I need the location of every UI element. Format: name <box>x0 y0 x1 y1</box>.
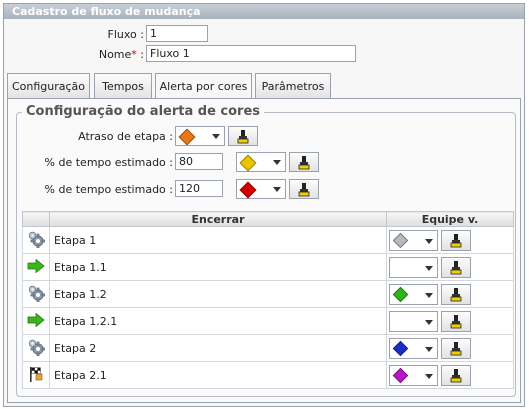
equipe-paint-button[interactable] <box>441 256 471 278</box>
header-encerrar: Encerrar <box>49 211 387 227</box>
gear-icon <box>22 226 50 254</box>
fluxo-label: Fluxo : <box>107 28 144 41</box>
nome-label: Nome* : <box>84 48 144 61</box>
equipe-paint-button[interactable] <box>441 283 471 305</box>
atraso-color-swatch <box>178 128 196 146</box>
equipe-cell <box>386 307 514 335</box>
tempo1-field[interactable] <box>175 153 223 170</box>
equipe-cell <box>386 226 514 254</box>
table-row: Etapa 1.2 <box>22 280 514 308</box>
paintbrush-icon <box>237 130 249 144</box>
etapa-name: Etapa 1.2.1 <box>49 307 387 335</box>
paintbrush-icon <box>450 287 462 301</box>
tempo1-paint-button[interactable] <box>289 152 319 172</box>
chevron-down-icon <box>425 346 433 352</box>
tempo2-field[interactable] <box>175 180 223 197</box>
atraso-paint-button[interactable] <box>228 126 258 146</box>
table-row: Etapa 2 <box>22 334 514 362</box>
equipe-paint-button[interactable] <box>441 337 471 359</box>
alert-legend: Configuração do alerta de cores <box>22 104 265 119</box>
tab-parametros[interactable]: Parâmetros <box>255 73 331 98</box>
paintbrush-icon <box>298 156 310 170</box>
tempo2-color-swatch <box>239 181 257 199</box>
etapa-name: Etapa 2 <box>49 334 387 362</box>
gear-icon <box>22 334 50 362</box>
nome-label-colon: : <box>136 48 144 61</box>
etapa-name: Etapa 2.1 <box>49 361 387 389</box>
chevron-down-icon <box>425 292 433 298</box>
equipe-color-select[interactable] <box>389 283 438 305</box>
flag-icon <box>22 361 50 389</box>
equipe-cell <box>386 361 514 389</box>
chevron-down-icon <box>425 319 433 325</box>
paintbrush-icon <box>450 341 462 355</box>
equipe-paint-button[interactable] <box>441 364 471 386</box>
paintbrush-icon <box>298 183 310 197</box>
equipe-paint-button[interactable] <box>441 310 471 332</box>
chevron-down-icon <box>425 373 433 379</box>
tempo2-color-select[interactable] <box>236 179 286 199</box>
table-row: Etapa 2.1 <box>22 361 514 389</box>
chevron-down-icon <box>273 160 281 165</box>
etapa-name: Etapa 1.2 <box>49 280 387 308</box>
table-row: Etapa 1.2.1 <box>22 307 514 335</box>
arrow-right-icon <box>22 307 50 335</box>
equipe-color-select[interactable] <box>389 229 438 251</box>
chevron-down-icon <box>273 187 281 192</box>
tempo1-label: % de tempo estimado : <box>44 156 173 169</box>
paintbrush-icon <box>450 368 462 382</box>
tab-alerta-por-cores[interactable]: Alerta por cores <box>155 73 252 99</box>
atraso-color-select[interactable] <box>175 126 225 146</box>
equipe-cell <box>386 334 514 362</box>
paintbrush-icon <box>450 233 462 247</box>
paintbrush-icon <box>450 314 462 328</box>
equipe-color-select[interactable] <box>389 256 438 278</box>
arrow-right-icon <box>22 253 50 281</box>
color-swatch <box>392 340 409 356</box>
color-swatch <box>392 286 409 302</box>
nome-field[interactable] <box>146 45 356 62</box>
color-swatch <box>392 232 409 248</box>
tab-tempos[interactable]: Tempos <box>94 73 152 98</box>
chevron-down-icon <box>425 238 433 244</box>
equipe-cell <box>386 253 514 281</box>
nome-label-text: Nome <box>98 48 132 61</box>
chevron-down-icon <box>212 134 220 139</box>
tempo1-color-swatch <box>239 154 257 172</box>
etapa-name: Etapa 1.1 <box>49 253 387 281</box>
header-icon-col <box>22 211 50 227</box>
tempo2-paint-button[interactable] <box>289 179 319 199</box>
form-panel: Cadastro de fluxo de mudança Fluxo : Nom… <box>3 3 525 407</box>
equipe-color-select[interactable] <box>389 310 438 332</box>
chevron-down-icon <box>425 265 433 271</box>
panel-title: Cadastro de fluxo de mudança <box>4 4 524 19</box>
etapa-name: Etapa 1 <box>49 226 387 254</box>
tempo1-color-select[interactable] <box>236 152 286 172</box>
tempo2-label: % de tempo estimado : <box>44 183 173 196</box>
table-header-row: Encerrar Equipe v. <box>22 211 514 227</box>
equipe-color-select[interactable] <box>389 364 438 386</box>
atraso-label: Atraso de etapa : <box>78 130 173 143</box>
equipe-color-select[interactable] <box>389 337 438 359</box>
table-row: Etapa 1 <box>22 226 514 254</box>
etapas-table: Encerrar Equipe v. Etapa 1 Etapa 1.1 Etapa… <box>22 211 514 389</box>
table-row: Etapa 1.1 <box>22 253 514 281</box>
tab-configuracao[interactable]: Configuração <box>7 73 90 98</box>
fluxo-field[interactable] <box>146 25 208 42</box>
gear-icon <box>22 280 50 308</box>
equipe-paint-button[interactable] <box>441 229 471 251</box>
color-swatch <box>392 367 409 383</box>
equipe-cell <box>386 280 514 308</box>
paintbrush-icon <box>450 260 462 274</box>
header-equipe: Equipe v. <box>386 211 514 227</box>
